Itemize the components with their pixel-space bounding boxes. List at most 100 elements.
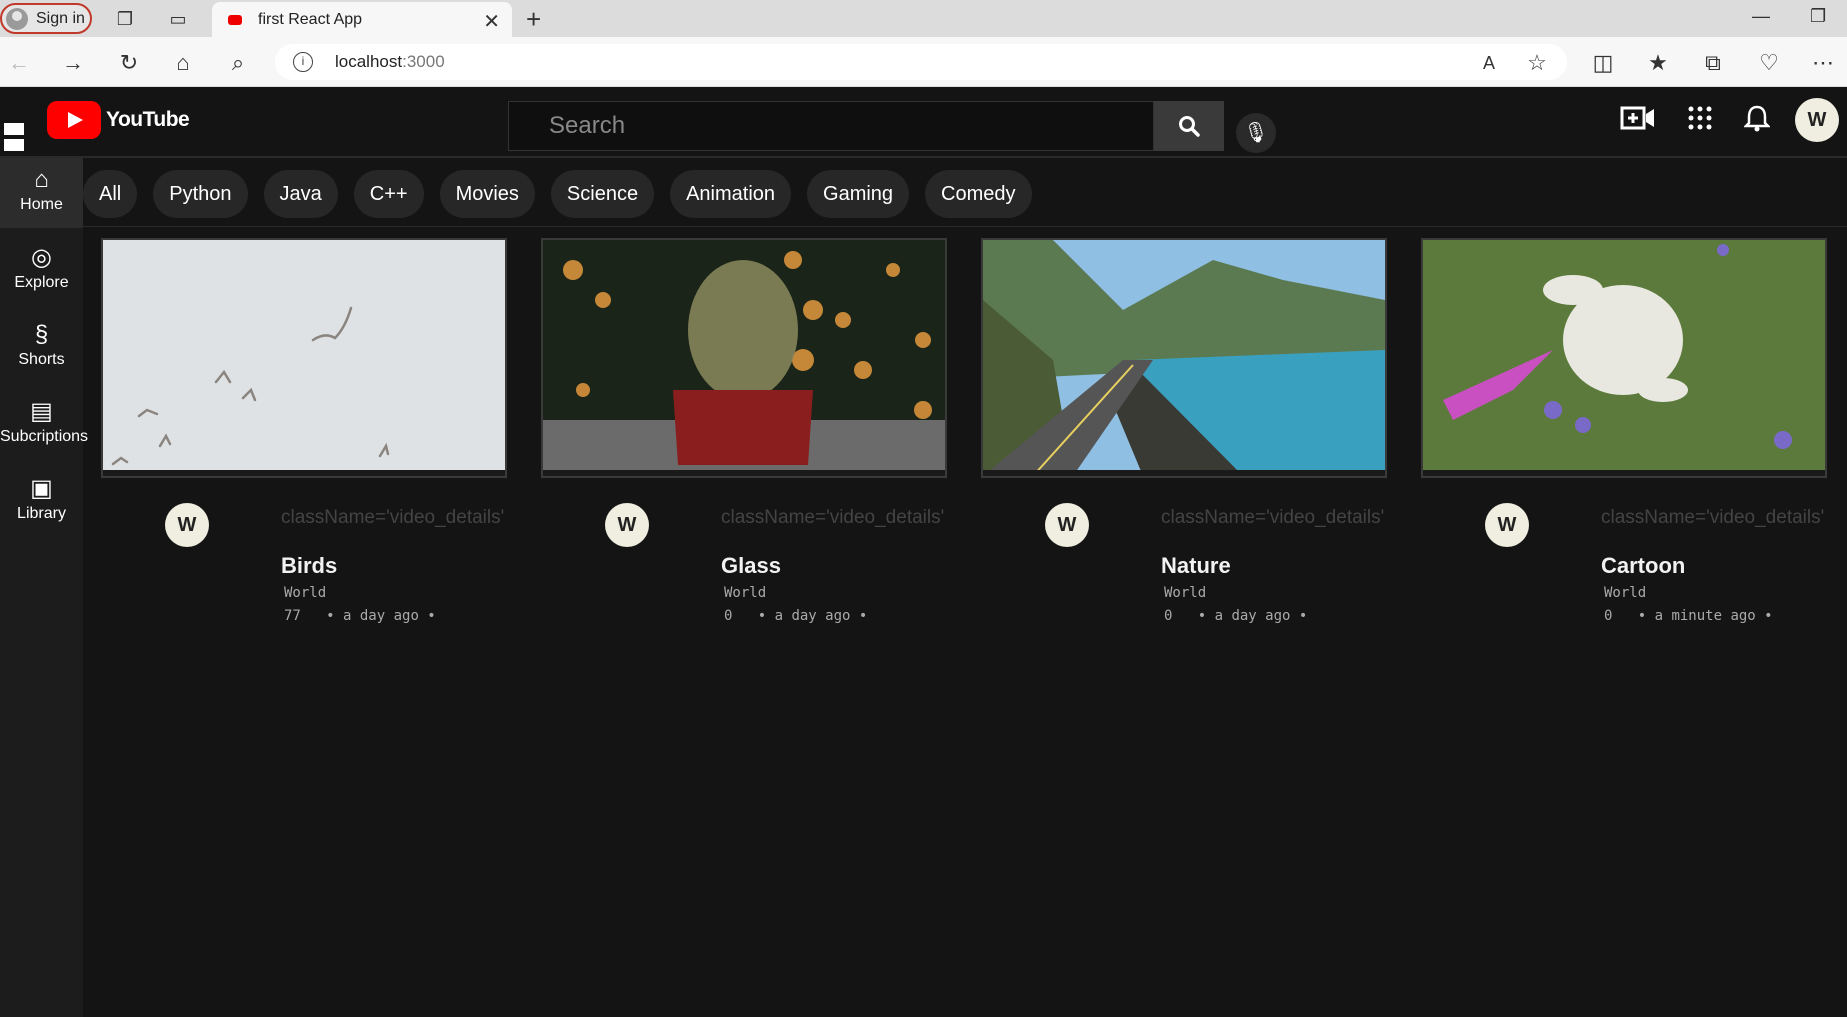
chip-animation[interactable]: Animation [670,170,792,218]
channel-avatar[interactable]: W [1485,503,1529,547]
chip-science[interactable]: Science [550,170,655,218]
upload-time: a minute ago [1654,608,1756,624]
chip-gaming[interactable]: Gaming [807,170,910,218]
view-count: 77 [284,608,301,624]
sidebar-item-home[interactable]: ⌂ Home [0,158,83,228]
notifications-bell-icon[interactable] [1737,104,1777,139]
search-button[interactable] [1154,101,1224,151]
close-tab-icon[interactable]: ✕ [483,9,500,34]
favorites-icon[interactable]: ★ [1645,50,1671,76]
chip-java[interactable]: Java [263,170,338,218]
user-avatar[interactable]: W [1795,98,1839,142]
back-icon[interactable]: ← [6,50,32,76]
profile-icon [6,7,28,30]
home-browser-icon[interactable]: ⌂ [170,50,196,76]
new-tab-button[interactable]: + [526,4,541,35]
channel-name[interactable]: World [1164,585,1206,601]
url-port: :3000 [402,52,445,71]
video-meta: 0 • a minute ago • [1604,608,1773,624]
browser-tab[interactable]: first React App ✕ [212,2,512,37]
sign-in-label: Sign in [36,9,85,27]
read-aloud-icon[interactable]: A [1476,50,1502,76]
more-menu-icon[interactable]: ⋯ [1810,50,1836,76]
minimize-icon[interactable]: — [1752,6,1770,27]
chips-divider [83,226,1847,227]
sidebar-item-label: Shorts [18,351,65,368]
video-thumbnail-birds[interactable] [101,238,507,478]
sidebar-item-label: Subcriptions [0,428,89,445]
microphone-icon[interactable]: 🎙 [1236,113,1276,153]
split-screen-icon[interactable]: ◫ [1590,50,1616,76]
shorts-icon: § [34,321,49,348]
channel-avatar[interactable]: W [1045,503,1089,547]
channel-avatar[interactable]: W [165,503,209,547]
restore-icon[interactable]: ❐ [1810,6,1826,27]
compass-icon: ◎ [31,244,52,271]
debug-classname-text: className='video_details' [1161,507,1385,528]
chip-comedy[interactable]: Comedy [925,170,1032,218]
youtube-favicon-icon [228,14,242,25]
video-title[interactable]: Nature [1161,553,1231,579]
video-meta: 0 • a day ago • [1164,608,1308,624]
debug-classname-text: className='video_details' [281,507,505,528]
video-card[interactable]: W className='video_details' Nature World… [981,238,1387,624]
tab-actions-icon[interactable]: ▭ [167,8,189,30]
sidebar-item-shorts[interactable]: § Shorts [0,313,83,383]
chip-python[interactable]: Python [153,170,248,218]
tab-title: first React App [258,10,363,28]
forward-icon[interactable]: → [60,50,86,76]
favorite-star-icon[interactable]: ☆ [1524,50,1550,76]
video-thumbnail-glass[interactable] [541,238,947,478]
workspaces-icon[interactable]: ❐ [114,8,136,30]
video-card[interactable]: W className='video_details' Cartoon Worl… [1421,238,1827,624]
sidebar-item-library[interactable]: ▣ Library [0,467,83,537]
site-info-icon[interactable]: i [293,52,313,72]
browser-essentials-icon[interactable]: ♡ [1756,50,1782,76]
sidebar-item-explore[interactable]: ◎ Explore [0,236,83,306]
youtube-logo[interactable]: YouTube [47,101,190,139]
library-icon: ▣ [30,475,53,502]
collections-icon[interactable]: ⧉ [1700,50,1726,76]
channel-avatar[interactable]: W [605,503,649,547]
video-title[interactable]: Cartoon [1601,553,1685,579]
url-field[interactable]: i localhost:3000 [275,44,1567,80]
sign-in-button[interactable]: Sign in [0,3,92,34]
video-card[interactable]: W className='video_details' Glass World … [541,238,947,624]
channel-name[interactable]: World [284,585,326,601]
menu-icon[interactable] [4,123,24,155]
chip-movies[interactable]: Movies [439,170,535,218]
video-thumbnail-cartoon[interactable] [1421,238,1827,478]
home-icon: ⌂ [34,166,49,193]
sidebar-item-label: Library [17,505,66,522]
search-input[interactable]: Search [508,101,1154,151]
search-browser-icon[interactable]: ⌕ [225,50,251,76]
upload-time: a day ago [1214,608,1291,624]
apps-grid-icon[interactable] [1680,104,1720,139]
upload-time: a day ago [774,608,851,624]
view-count: 0 [1164,608,1173,624]
channel-name[interactable]: World [1604,585,1646,601]
view-count: 0 [1604,608,1613,624]
category-chips: All Python Java C++ Movies Science Anima… [83,170,1048,218]
video-meta: 0 • a day ago • [724,608,868,624]
create-video-icon[interactable] [1618,104,1658,139]
chip-cpp[interactable]: C++ [353,170,424,218]
subscriptions-icon: ▤ [30,398,53,425]
youtube-play-icon [47,101,101,139]
video-title[interactable]: Birds [281,553,337,579]
upload-time: a day ago [343,608,419,624]
view-count: 0 [724,608,733,624]
video-card[interactable]: W className='video_details' Birds World … [101,238,507,624]
video-thumbnail-nature[interactable] [981,238,1387,478]
search-icon [1179,116,1200,137]
sidebar-item-subscriptions[interactable]: ▤ Subcriptions [0,390,88,460]
video-title[interactable]: Glass [721,553,781,579]
logo-text: YouTube [106,108,190,131]
refresh-icon[interactable]: ↻ [116,50,142,76]
url-host: localhost [335,52,403,71]
sidebar-item-label: Explore [14,274,69,291]
debug-classname-text: className='video_details' [721,507,945,528]
debug-classname-text: className='video_details' [1601,507,1825,528]
chip-all[interactable]: All [83,170,138,218]
channel-name[interactable]: World [724,585,766,601]
